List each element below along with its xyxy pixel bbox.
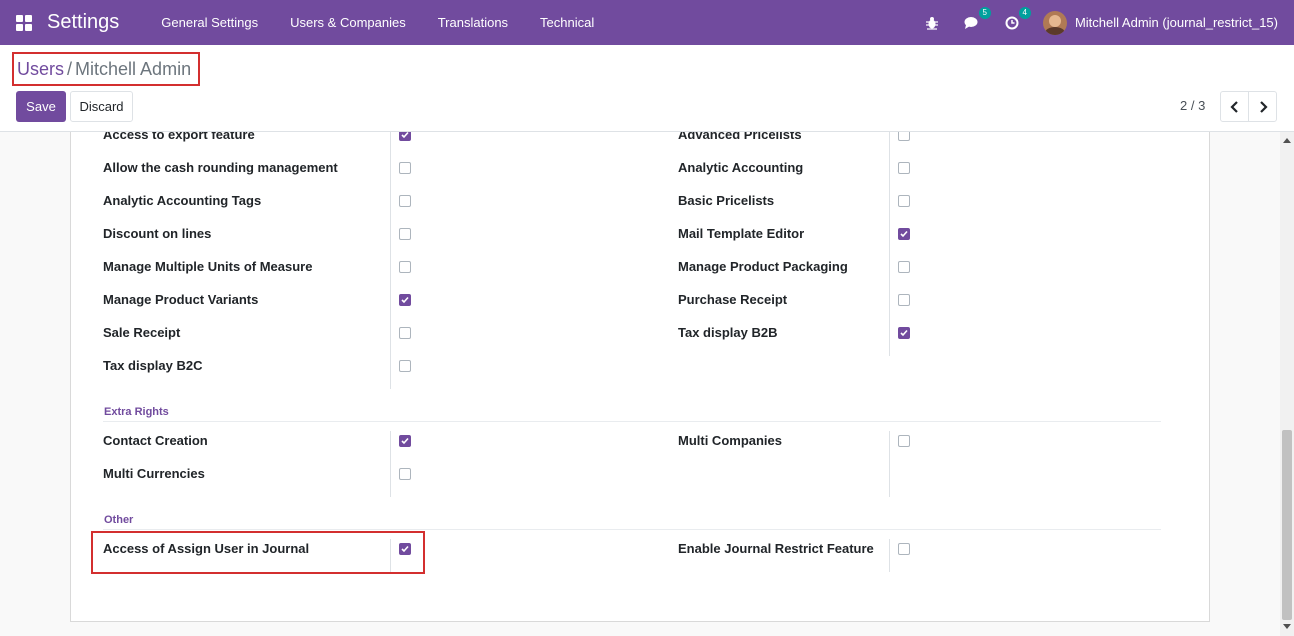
save-button[interactable]: Save: [16, 91, 66, 122]
discard-button[interactable]: Discard: [70, 91, 133, 122]
setting-label: Allow the cash rounding management: [103, 160, 338, 175]
setting-checkbox[interactable]: [399, 162, 411, 174]
setting-label: Manage Multiple Units of Measure: [103, 259, 313, 274]
breadcrumb-users-link[interactable]: Users: [17, 59, 64, 80]
setting-label: Enable Journal Restrict Feature: [678, 541, 874, 556]
setting-checkbox-checked[interactable]: [898, 228, 910, 240]
user-menu[interactable]: Mitchell Admin (journal_restrict_15): [1042, 10, 1278, 35]
check-icon: [401, 132, 409, 139]
top-navbar: Settings General Settings Users & Compan…: [0, 0, 1294, 45]
setting-checkbox-checked[interactable]: [898, 327, 910, 339]
setting-checkbox-checked[interactable]: [399, 132, 411, 141]
setting-checkbox[interactable]: [898, 435, 910, 447]
section-title-other: Other: [104, 514, 134, 526]
avatar: [1042, 10, 1067, 35]
chevron-right-icon: [1259, 100, 1268, 113]
setting-checkbox-checked[interactable]: [399, 435, 411, 447]
section-separator: [103, 421, 1161, 422]
column-divider: [390, 132, 391, 389]
menu-users-companies[interactable]: Users & Companies: [274, 15, 422, 30]
check-icon: [401, 437, 409, 445]
breadcrumb: Users / Mitchell Admin: [12, 52, 200, 86]
pager-previous-button[interactable]: [1220, 91, 1249, 122]
menu-general-settings[interactable]: General Settings: [145, 15, 274, 30]
user-form-sheet: Access to export feature Allow the cash …: [70, 132, 1210, 622]
setting-label: Advanced Pricelists: [678, 132, 802, 142]
pager-next-button[interactable]: [1248, 91, 1277, 122]
menu-technical[interactable]: Technical: [524, 15, 610, 30]
setting-label: Manage Product Variants: [103, 292, 259, 307]
activities-count-badge: 4: [1018, 6, 1031, 19]
scroll-down-arrow-icon[interactable]: [1283, 624, 1291, 629]
setting-checkbox[interactable]: [399, 468, 411, 480]
setting-label: Purchase Receipt: [678, 292, 788, 307]
pager-value[interactable]: 2 / 3: [1180, 98, 1205, 113]
breadcrumb-current: Mitchell Admin: [75, 58, 192, 79]
setting-checkbox-checked[interactable]: [399, 294, 411, 306]
setting-checkbox[interactable]: [898, 195, 910, 207]
column-divider: [889, 431, 890, 497]
check-icon: [401, 296, 409, 304]
setting-checkbox[interactable]: [898, 543, 910, 555]
user-name: Mitchell Admin (journal_restrict_15): [1074, 15, 1278, 30]
scroll-up-arrow-icon[interactable]: [1283, 138, 1291, 143]
check-icon: [900, 329, 908, 337]
setting-label: Analytic Accounting Tags: [103, 193, 262, 208]
setting-checkbox[interactable]: [898, 162, 910, 174]
setting-checkbox[interactable]: [898, 261, 910, 273]
setting-label: Tax display B2B: [678, 325, 778, 340]
section-separator: [103, 529, 1161, 530]
setting-checkbox[interactable]: [898, 132, 910, 141]
setting-checkbox-checked[interactable]: [399, 543, 411, 555]
column-divider: [889, 539, 890, 572]
setting-label: Sale Receipt: [103, 325, 181, 340]
debug-bug-icon[interactable]: [923, 14, 941, 32]
setting-label: Manage Product Packaging: [678, 259, 848, 274]
apps-menu-icon[interactable]: [16, 14, 32, 31]
setting-label: Access to export feature: [103, 132, 255, 142]
setting-label: Contact Creation: [103, 433, 208, 448]
setting-checkbox[interactable]: [399, 261, 411, 273]
menu-translations[interactable]: Translations: [422, 15, 524, 30]
setting-label: Tax display B2C: [103, 358, 203, 373]
setting-label: Mail Template Editor: [678, 226, 805, 241]
check-icon: [900, 230, 908, 238]
setting-label: Multi Companies: [678, 433, 783, 448]
setting-checkbox[interactable]: [399, 195, 411, 207]
messages-icon[interactable]: 5: [963, 6, 991, 32]
setting-label: Multi Currencies: [103, 466, 205, 481]
check-icon: [401, 545, 409, 553]
vertical-scrollbar[interactable]: [1280, 132, 1294, 636]
chevron-left-icon: [1229, 100, 1238, 113]
scrollbar-thumb[interactable]: [1282, 430, 1292, 620]
section-title-extra-rights: Extra Rights: [104, 406, 169, 418]
setting-label: Discount on lines: [103, 226, 212, 241]
setting-label: Analytic Accounting: [678, 160, 804, 175]
setting-label: Basic Pricelists: [678, 193, 775, 208]
activities-clock-icon[interactable]: 4: [1003, 6, 1031, 32]
column-divider: [889, 132, 890, 356]
control-panel: Users / Mitchell Admin Save Discard 2 / …: [0, 45, 1294, 132]
setting-checkbox[interactable]: [898, 294, 910, 306]
setting-checkbox[interactable]: [399, 228, 411, 240]
setting-checkbox[interactable]: [399, 360, 411, 372]
setting-checkbox[interactable]: [399, 327, 411, 339]
setting-label: Access of Assign User in Journal: [103, 541, 310, 556]
navbar-systray: 5 4 Mitchell Admin (journal_restrict_15): [923, 0, 1294, 45]
app-title[interactable]: Settings: [47, 11, 119, 34]
breadcrumb-separator: /: [67, 58, 73, 79]
column-divider: [390, 431, 391, 497]
messages-count-badge: 5: [978, 6, 991, 19]
